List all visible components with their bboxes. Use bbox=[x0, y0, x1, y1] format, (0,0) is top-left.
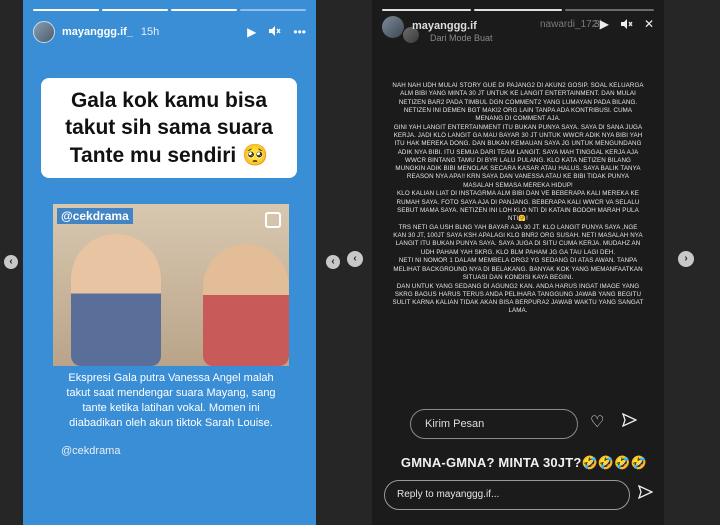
progress-segment bbox=[382, 9, 471, 11]
headline-sticker: Gala kok kamu bisa takut sih sama suara … bbox=[41, 78, 297, 178]
play-icon[interactable]: ▶ bbox=[600, 18, 609, 32]
story-body-text: Nah nah udh mulai story gue di pajang2 d… bbox=[392, 82, 644, 316]
send-icon[interactable] bbox=[637, 484, 654, 502]
story-card-right[interactable]: mayanggg.if nawardi_172 3j Dari Mode Bua… bbox=[372, 0, 664, 525]
progress-segment bbox=[473, 9, 563, 11]
story-viewer: ‹ mayanggg.if_ 15h ▶ ••• Gala kok kamu b… bbox=[0, 0, 720, 525]
left-edge-prev-arrow[interactable]: ‹ bbox=[4, 255, 18, 269]
progress-segment bbox=[33, 9, 99, 11]
story-card-left[interactable]: mayanggg.if_ 15h ▶ ••• Gala kok kamu bis… bbox=[23, 0, 316, 525]
next-story-button[interactable]: › bbox=[678, 251, 694, 267]
story-username[interactable]: mayanggg.if_ bbox=[62, 26, 133, 38]
story-header: mayanggg.if_ 15h ▶ ••• bbox=[33, 20, 306, 44]
story-time: 15h bbox=[140, 26, 160, 38]
body-paragraph: Nah nah udh mulai story gue di pajang2 d… bbox=[392, 82, 644, 122]
body-paragraph: Trs neti ga ush blng yah bayar aja 30 jt… bbox=[393, 223, 643, 256]
progress-segment bbox=[240, 9, 306, 11]
media-caption: Ekspresi Gala putra Vanessa Angel malah … bbox=[53, 366, 289, 440]
mute-icon[interactable] bbox=[620, 18, 633, 32]
body-paragraph: Neti ni nomor 1 dalam membela org2 yg se… bbox=[393, 257, 643, 281]
child-figure bbox=[203, 244, 289, 366]
story-progress-bar bbox=[382, 9, 655, 11]
shout-caption: GMNA-GMNA? MINTA 30JT?🤣🤣🤣🤣 bbox=[400, 455, 648, 470]
mute-icon[interactable] bbox=[268, 25, 281, 39]
body-paragraph: Gini yah langit entertainment itu bukan … bbox=[393, 123, 643, 189]
kids-photo: @cekdrama bbox=[53, 204, 289, 366]
headline-text: Gala kok kamu bisa takut sih sama suara … bbox=[65, 89, 273, 167]
repost-media-card[interactable]: @cekdrama Ekspresi Gala putra Vanessa An… bbox=[53, 204, 289, 440]
body-paragraph: Dan untuk yang sedang di agung2 kan. And… bbox=[392, 282, 644, 315]
prev-story-arrow[interactable]: ‹ bbox=[326, 255, 340, 269]
progress-segment bbox=[171, 9, 237, 11]
more-icon[interactable]: ••• bbox=[293, 26, 306, 38]
avatar[interactable] bbox=[33, 21, 55, 43]
send-icon[interactable] bbox=[621, 412, 638, 430]
reply-input[interactable]: Reply to mayanggg.if... bbox=[384, 480, 630, 510]
watermark-label: @cekdrama bbox=[57, 208, 133, 224]
prev-story-button[interactable]: ‹ bbox=[347, 251, 363, 267]
story-header: mayanggg.if nawardi_172 3j Dari Mode Bua… bbox=[382, 16, 654, 46]
close-icon[interactable]: ✕ bbox=[644, 18, 654, 32]
mention-credit[interactable]: @cekdrama bbox=[61, 445, 120, 457]
body-paragraph: Klo kalian liat di instagrma alm bibi da… bbox=[396, 190, 640, 222]
avatar[interactable] bbox=[382, 16, 404, 38]
story-username[interactable]: mayanggg.if bbox=[412, 20, 477, 32]
play-icon[interactable]: ▶ bbox=[247, 26, 256, 38]
story-controls: ▶ ✕ bbox=[600, 18, 654, 32]
progress-segment bbox=[102, 9, 168, 11]
heart-icon[interactable]: ♡ bbox=[590, 412, 604, 432]
copy-icon bbox=[265, 212, 281, 228]
send-message-field[interactable]: Kirim Pesan bbox=[410, 409, 578, 439]
create-mode-label: Dari Mode Buat bbox=[430, 33, 493, 43]
story-controls: ▶ ••• bbox=[247, 25, 306, 39]
reposted-username: nawardi_172 bbox=[540, 19, 598, 30]
child-figure bbox=[71, 234, 161, 366]
story-progress-bar bbox=[33, 9, 306, 11]
progress-segment bbox=[565, 9, 655, 11]
